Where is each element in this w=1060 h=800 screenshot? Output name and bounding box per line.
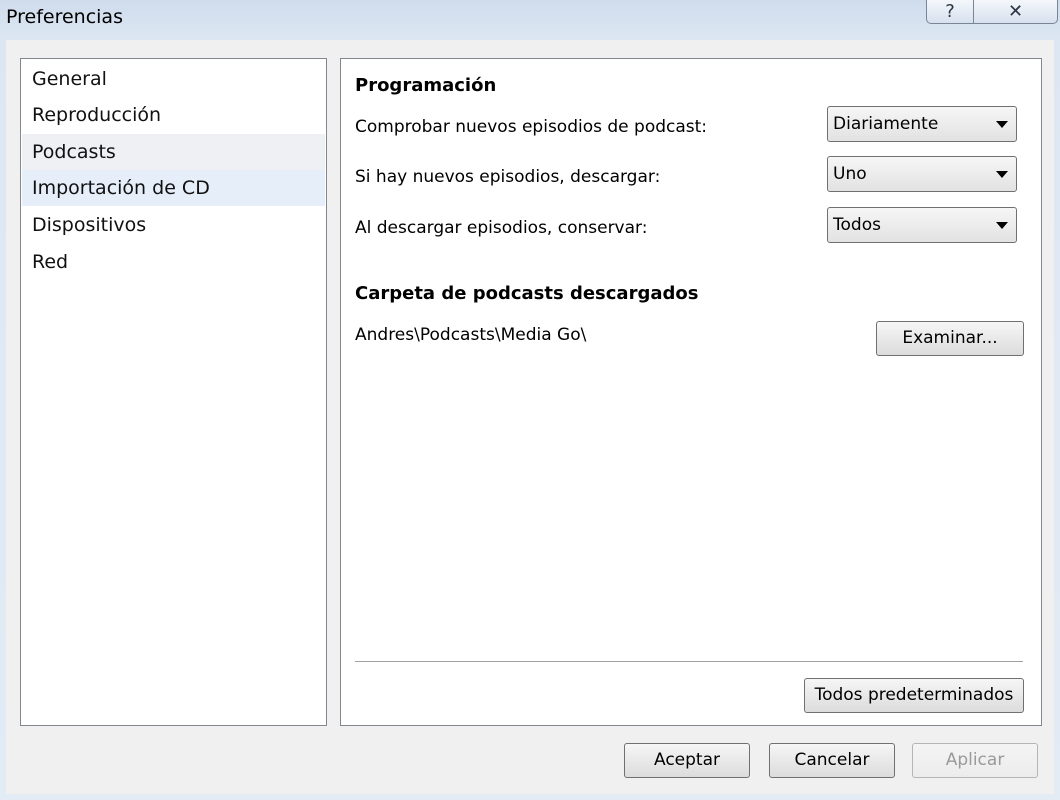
nav-item-dispositivos[interactable]: Dispositivos bbox=[22, 207, 325, 243]
nav-item-red[interactable]: Red bbox=[22, 244, 325, 280]
keep-episodes-label: Al descargar episodios, conservar: bbox=[355, 218, 648, 238]
dialog-body: General Reproducción Podcasts Importació… bbox=[6, 40, 1054, 794]
download-count-label: Si hay nuevos episodios, descargar: bbox=[355, 167, 661, 187]
apply-button[interactable]: Aplicar bbox=[912, 743, 1038, 778]
nav-item-importacion-cd[interactable]: Importación de CD bbox=[22, 170, 325, 206]
podcast-folder-path: Andres\Podcasts\Media Go\ bbox=[355, 325, 587, 345]
schedule-section-title: Programación bbox=[355, 75, 497, 96]
category-list: General Reproducción Podcasts Importació… bbox=[20, 58, 327, 726]
download-count-value: Uno bbox=[833, 164, 867, 184]
restore-defaults-button[interactable]: Todos predeterminados bbox=[804, 678, 1024, 713]
podcasts-settings-panel: Programación Comprobar nuevos episodios … bbox=[340, 58, 1042, 726]
check-frequency-value: Diariamente bbox=[833, 114, 939, 134]
keep-episodes-value: Todos bbox=[833, 215, 881, 235]
nav-item-podcasts[interactable]: Podcasts bbox=[22, 134, 325, 170]
check-frequency-label: Comprobar nuevos episodios de podcast: bbox=[355, 117, 708, 137]
title-bar: Preferencias ? ✕ bbox=[0, 0, 1060, 40]
download-count-select[interactable]: Uno bbox=[827, 156, 1017, 192]
ok-button[interactable]: Aceptar bbox=[624, 743, 750, 778]
keep-episodes-select[interactable]: Todos bbox=[827, 207, 1017, 243]
window-title: Preferencias bbox=[6, 6, 123, 28]
browse-button[interactable]: Examinar... bbox=[876, 321, 1024, 356]
help-button[interactable]: ? bbox=[926, 0, 974, 24]
nav-item-general[interactable]: General bbox=[22, 61, 325, 97]
nav-item-reproduccion[interactable]: Reproducción bbox=[22, 97, 325, 133]
preferences-window: Preferencias ? ✕ General Reproducción Po… bbox=[0, 0, 1060, 800]
dropdown-arrow-icon bbox=[996, 121, 1008, 128]
check-frequency-select[interactable]: Diariamente bbox=[827, 106, 1017, 142]
dropdown-arrow-icon bbox=[996, 171, 1008, 178]
close-icon: ✕ bbox=[1007, 1, 1024, 22]
cancel-button[interactable]: Cancelar bbox=[769, 743, 895, 778]
help-icon: ? bbox=[945, 1, 955, 22]
dropdown-arrow-icon bbox=[996, 222, 1008, 229]
close-button[interactable]: ✕ bbox=[974, 0, 1058, 24]
panel-divider bbox=[355, 661, 1023, 662]
folder-section-title: Carpeta de podcasts descargados bbox=[355, 283, 699, 304]
